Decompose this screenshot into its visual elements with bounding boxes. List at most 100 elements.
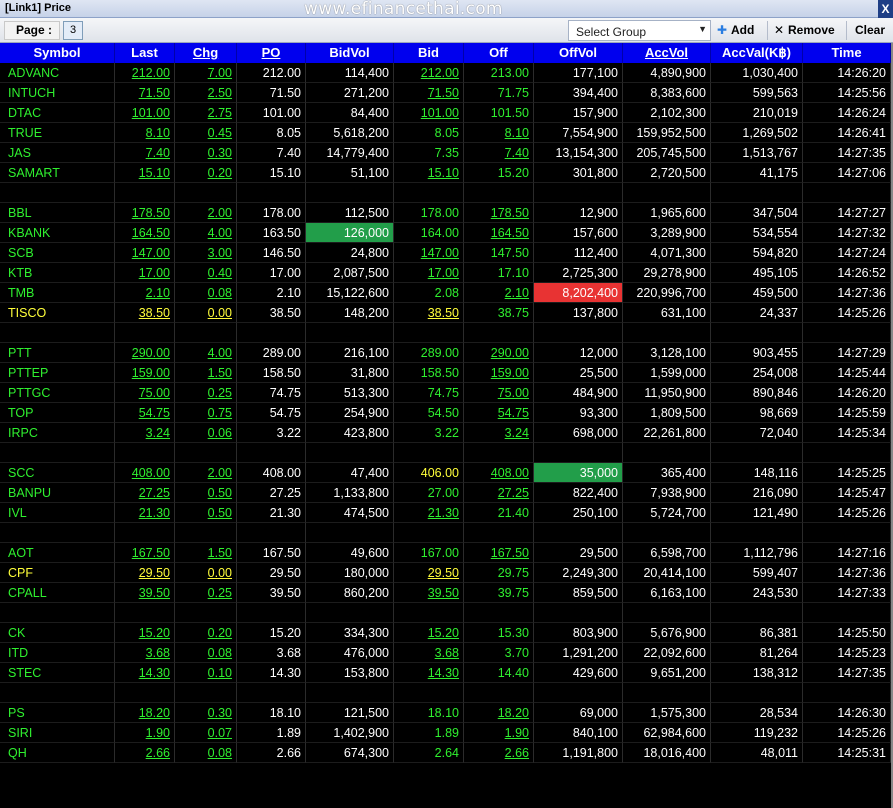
chevron-down-icon[interactable]: ▼ xyxy=(698,24,707,34)
table-row[interactable]: ADVANC 212.00 7.00 212.00 114,400 212.00 213.0… xyxy=(0,63,891,83)
cell-bidvol: 114,400 xyxy=(306,63,394,83)
group-select[interactable]: Select Group ▼ xyxy=(568,20,711,41)
remove-button[interactable]: ✕ Remove xyxy=(772,21,835,40)
table-row[interactable]: BBL 178.50 2.00 178.00 112,500 178.00 178.50 12… xyxy=(0,203,891,223)
cell-chg xyxy=(175,683,237,703)
cell-chg: 0.00 xyxy=(175,303,237,323)
cell-accval: 1,030,400 xyxy=(711,63,803,83)
cell-bidvol: 1,133,800 xyxy=(306,483,394,503)
column-header-offvol[interactable]: OffVol xyxy=(534,43,623,63)
table-row[interactable]: PTT 290.00 4.00 289.00 216,100 289.00 290.00 12… xyxy=(0,343,891,363)
table-row[interactable]: PS 18.20 0.30 18.10 121,500 18.10 18.20 69,000 1… xyxy=(0,703,891,723)
cell-symbol: CK xyxy=(0,623,115,643)
cell-po xyxy=(237,183,306,203)
cell-time: 14:27:35 xyxy=(803,663,891,683)
cell-offvol: 12,000 xyxy=(534,343,623,363)
table-row[interactable]: CPALL 39.50 0.25 39.50 860,200 39.50 39.75 859,… xyxy=(0,583,891,603)
cell-last: 38.50 xyxy=(115,303,175,323)
table-row[interactable]: CPF 29.50 0.00 29.50 180,000 29.50 29.75 2,249,… xyxy=(0,563,891,583)
cell-bidvol: 476,000 xyxy=(306,643,394,663)
table-row[interactable]: QH 2.66 0.08 2.66 674,300 2.64 2.66 1,191,800 18… xyxy=(0,743,891,763)
close-button[interactable]: X xyxy=(878,0,893,18)
cell-bid: 38.50 xyxy=(394,303,464,323)
table-row[interactable]: PTTGC 75.00 0.25 74.75 513,300 74.75 75.00 484,… xyxy=(0,383,891,403)
cell-symbol: PTT xyxy=(0,343,115,363)
cell-chg: 0.50 xyxy=(175,503,237,523)
clear-button[interactable]: Clear xyxy=(855,21,885,40)
table-row[interactable]: STEC 14.30 0.10 14.30 153,800 14.30 14.40 429,6… xyxy=(0,663,891,683)
cell-bid: 167.00 xyxy=(394,543,464,563)
table-row[interactable]: TRUE 8.10 0.45 8.05 5,618,200 8.05 8.10 7,554,9… xyxy=(0,123,891,143)
cell-bid xyxy=(394,603,464,623)
cell-accvol: 11,950,900 xyxy=(623,383,711,403)
table-row[interactable]: JAS 7.40 0.30 7.40 14,779,400 7.35 7.40 13,154,… xyxy=(0,143,891,163)
cell-off xyxy=(464,603,534,623)
add-button[interactable]: ✚ Add xyxy=(715,21,754,40)
cell-chg: 0.20 xyxy=(175,623,237,643)
cell-off: 39.75 xyxy=(464,583,534,603)
cell-chg: 2.75 xyxy=(175,103,237,123)
table-row[interactable]: SCC 408.00 2.00 408.00 47,400 406.00 408.00 35,… xyxy=(0,463,891,483)
cell-offvol: 1,291,200 xyxy=(534,643,623,663)
cell-accval: 72,040 xyxy=(711,423,803,443)
column-header-bidvol[interactable]: BidVol xyxy=(306,43,394,63)
column-header-accval[interactable]: AccVal(K฿) xyxy=(711,43,803,63)
cell-off: 3.70 xyxy=(464,643,534,663)
table-row[interactable]: SIRI 1.90 0.07 1.89 1,402,900 1.89 1.90 840,100… xyxy=(0,723,891,743)
column-header-time[interactable]: Time xyxy=(803,43,891,63)
cell-accval: 148,116 xyxy=(711,463,803,483)
table-row[interactable]: KTB 17.00 0.40 17.00 2,087,500 17.00 17.10 2,72… xyxy=(0,263,891,283)
cell-po: 39.50 xyxy=(237,583,306,603)
table-row[interactable]: TISCO 38.50 0.00 38.50 148,200 38.50 38.75 137,… xyxy=(0,303,891,323)
table-row[interactable]: PTTEP 159.00 1.50 158.50 31,800 158.50 159.00 2… xyxy=(0,363,891,383)
cell-time xyxy=(803,603,891,623)
column-header-bid[interactable]: Bid xyxy=(394,43,464,63)
table-row[interactable]: DTAC 101.00 2.75 101.00 84,400 101.00 101.50 15… xyxy=(0,103,891,123)
cell-accval xyxy=(711,523,803,543)
cell-symbol: INTUCH xyxy=(0,83,115,103)
cell-accvol: 1,809,500 xyxy=(623,403,711,423)
table-row[interactable]: IRPC 3.24 0.06 3.22 423,800 3.22 3.24 698,000 22… xyxy=(0,423,891,443)
cell-offvol xyxy=(534,443,623,463)
cell-symbol: IRPC xyxy=(0,423,115,443)
column-header-symbol[interactable]: Symbol xyxy=(0,43,115,63)
cell-accvol: 62,984,600 xyxy=(623,723,711,743)
table-row[interactable]: SAMART 15.10 0.20 15.10 51,100 15.10 15.20 301,… xyxy=(0,163,891,183)
column-header-off[interactable]: Off xyxy=(464,43,534,63)
table-row[interactable]: BANPU 27.25 0.50 27.25 1,133,800 27.00 27.25 82… xyxy=(0,483,891,503)
table-row[interactable]: AOT 167.50 1.50 167.50 49,600 167.00 167.50 29,… xyxy=(0,543,891,563)
column-header-chg[interactable]: Chg xyxy=(175,43,237,63)
column-header-accvol[interactable]: AccVol xyxy=(623,43,711,63)
cell-offvol: 822,400 xyxy=(534,483,623,503)
table-row[interactable]: IVL 21.30 0.50 21.30 474,500 21.30 21.40 250,10… xyxy=(0,503,891,523)
cell-bidvol: 15,122,600 xyxy=(306,283,394,303)
cell-accvol: 4,071,300 xyxy=(623,243,711,263)
cell-offvol: 137,800 xyxy=(534,303,623,323)
table-row[interactable]: CK 15.20 0.20 15.20 334,300 15.20 15.30 803,900… xyxy=(0,623,891,643)
table-row[interactable]: INTUCH 71.50 2.50 71.50 271,200 71.50 71.75 394… xyxy=(0,83,891,103)
column-header-last[interactable]: Last xyxy=(115,43,175,63)
cell-accvol: 22,261,800 xyxy=(623,423,711,443)
cell-time: 14:27:27 xyxy=(803,203,891,223)
table-row[interactable]: ITD 3.68 0.08 3.68 476,000 3.68 3.70 1,291,200 2… xyxy=(0,643,891,663)
cell-symbol: PTTGC xyxy=(0,383,115,403)
cell-time: 14:27:32 xyxy=(803,223,891,243)
table-row[interactable]: SCB 147.00 3.00 146.50 24,800 147.00 147.50 112… xyxy=(0,243,891,263)
cell-off: 147.50 xyxy=(464,243,534,263)
cell-bidvol: 180,000 xyxy=(306,563,394,583)
cell-bidvol xyxy=(306,523,394,543)
cell-last: 3.24 xyxy=(115,423,175,443)
column-header-po[interactable]: PO xyxy=(237,43,306,63)
cell-accvol: 3,289,900 xyxy=(623,223,711,243)
cell-off: 213.00 xyxy=(464,63,534,83)
cell-offvol xyxy=(534,683,623,703)
table-row[interactable]: TMB 2.10 0.08 2.10 15,122,600 2.08 2.10 8,202,4… xyxy=(0,283,891,303)
table-row[interactable]: KBANK 164.50 4.00 163.50 126,000 164.00 164.50… xyxy=(0,223,891,243)
cell-chg: 0.08 xyxy=(175,643,237,663)
cell-offvol: 394,400 xyxy=(534,83,623,103)
table-row[interactable]: TOP 54.75 0.75 54.75 254,900 54.50 54.75 93,300… xyxy=(0,403,891,423)
window-title: [Link1] Price xyxy=(5,2,72,14)
cell-time xyxy=(803,443,891,463)
page-number-input[interactable]: 3 xyxy=(63,21,83,40)
cell-bidvol: 860,200 xyxy=(306,583,394,603)
